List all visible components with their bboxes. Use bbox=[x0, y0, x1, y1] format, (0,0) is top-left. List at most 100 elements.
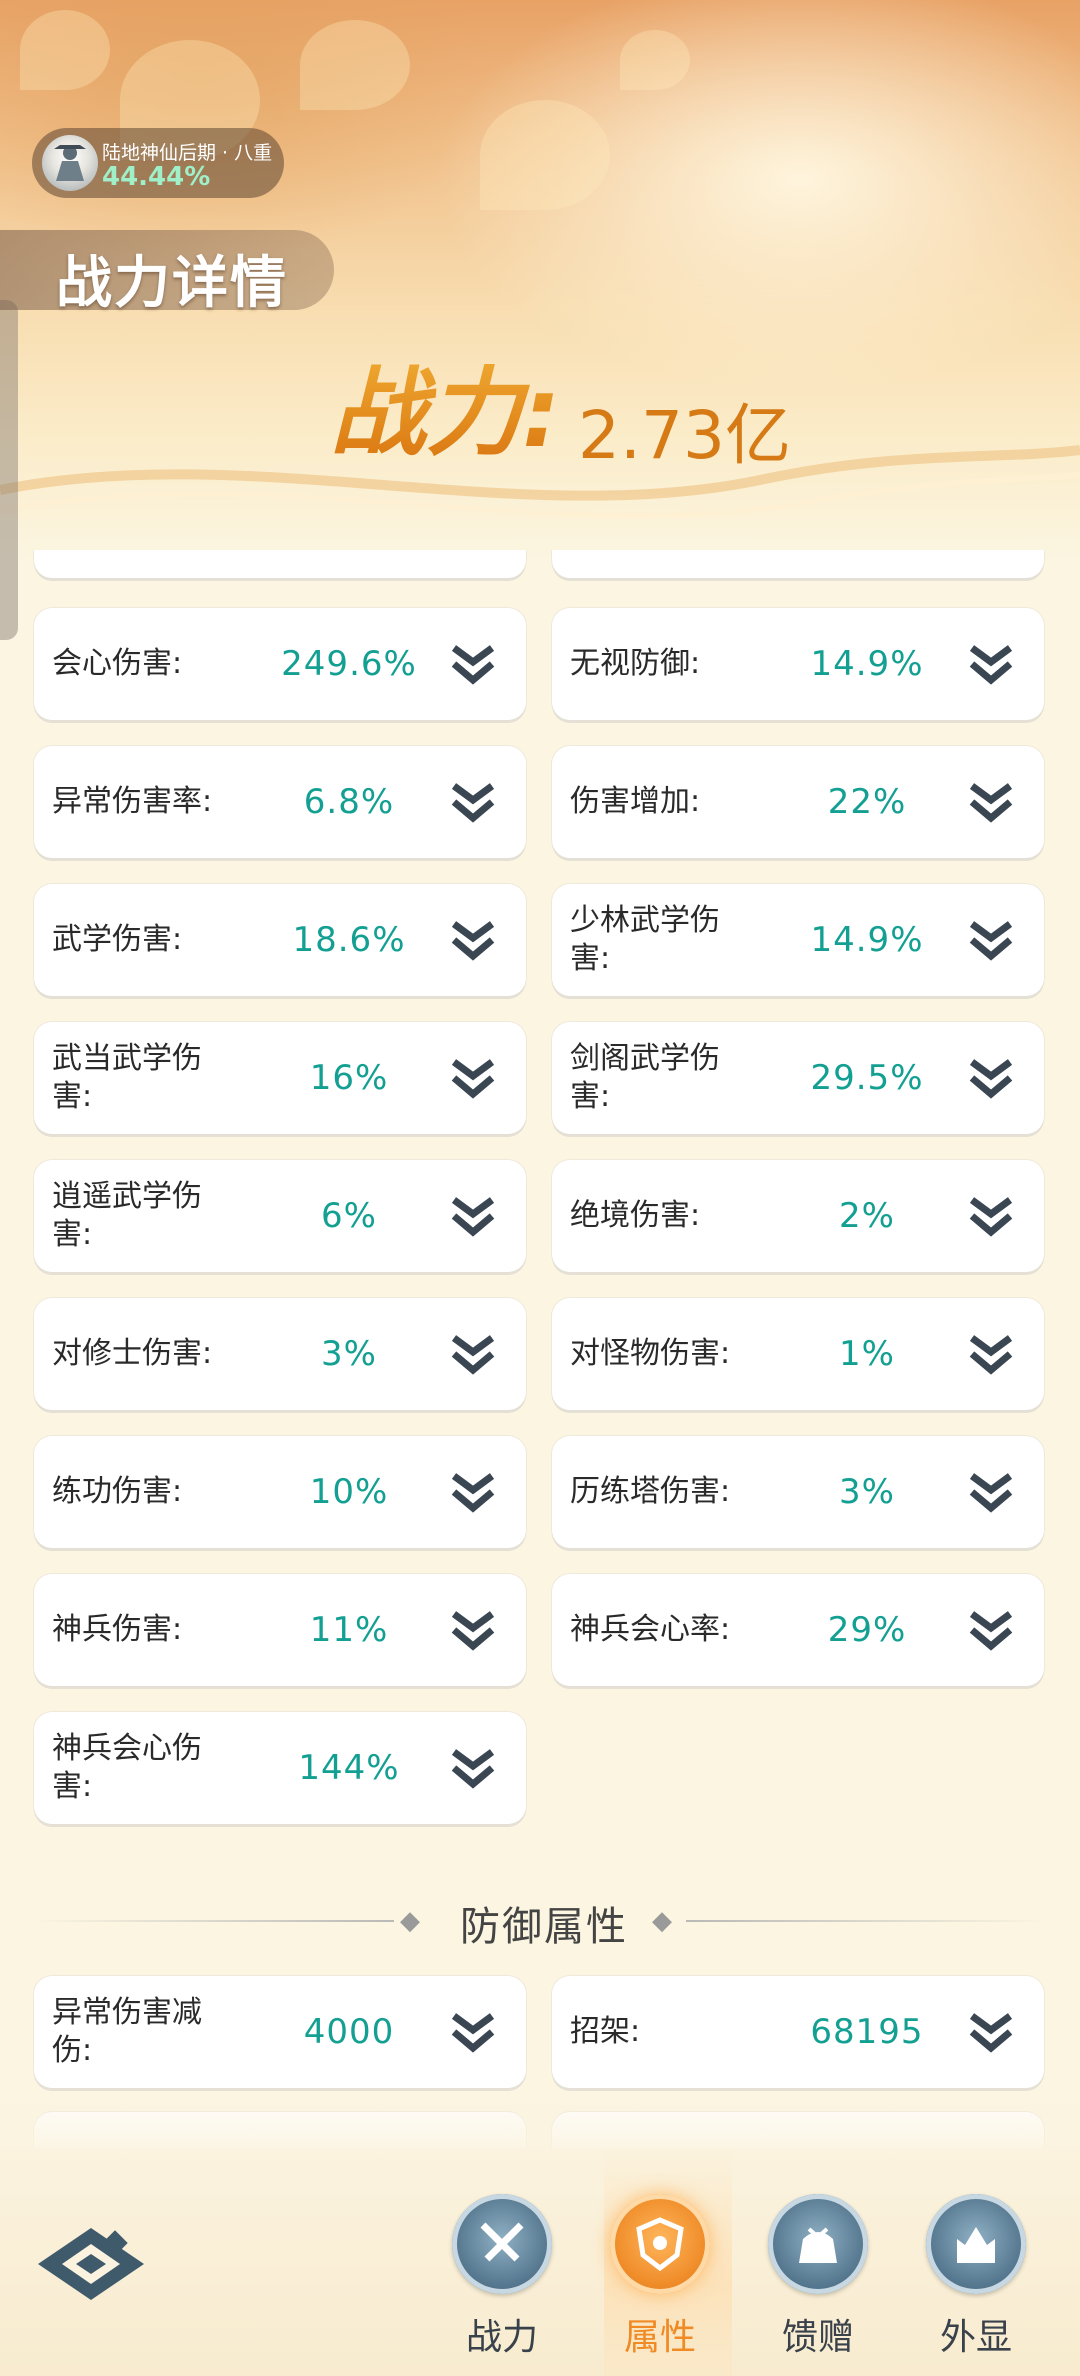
divider bbox=[34, 1920, 394, 1922]
stat-label: 绝境伤害: bbox=[570, 1198, 701, 1233]
chevron-down-icon[interactable] bbox=[448, 1194, 498, 1238]
stat-label: 异常伤害率: bbox=[52, 784, 213, 819]
stat-card[interactable]: 历练塔伤害: 3% bbox=[552, 1436, 1044, 1548]
stat-card[interactable]: 对怪物伤害: 1% bbox=[552, 1298, 1044, 1410]
chevron-down-icon[interactable] bbox=[966, 1470, 1016, 1514]
stat-label: 武当武学伤害: bbox=[52, 1041, 202, 1114]
stat-label: 神兵会心率: bbox=[570, 1612, 731, 1647]
page-title-banner: 战力详情 bbox=[0, 230, 334, 316]
tab-label: 馈赠 bbox=[781, 2317, 854, 2358]
chevron-down-icon[interactable] bbox=[448, 918, 498, 962]
chevron-down-icon[interactable] bbox=[966, 1332, 1016, 1376]
stat-card[interactable]: 异常伤害减伤: 4000 bbox=[34, 1976, 526, 2088]
realm-progress: 44.44% bbox=[102, 162, 211, 192]
stat-card[interactable]: 武当武学伤害: 16% bbox=[34, 1022, 526, 1134]
chevron-down-icon[interactable] bbox=[966, 780, 1016, 824]
immortal-avatar-icon bbox=[54, 145, 86, 181]
stat-label: 神兵伤害: bbox=[52, 1612, 183, 1647]
stat-value: 6% bbox=[321, 1196, 377, 1236]
chevron-down-icon[interactable] bbox=[966, 1194, 1016, 1238]
stat-value: 6.8% bbox=[303, 782, 395, 822]
stat-value: 29% bbox=[827, 1610, 907, 1650]
stat-label: 练功伤害: bbox=[52, 1474, 183, 1509]
tab-label: 属性 bbox=[623, 2317, 696, 2358]
divider bbox=[686, 1920, 1046, 1922]
stat-value: 14.9% bbox=[810, 920, 924, 960]
stat-value: 68195 bbox=[810, 2012, 924, 2052]
stat-label: 少林武学伤害: bbox=[570, 903, 720, 976]
tab-gift-bag[interactable]: 馈赠 bbox=[748, 2194, 888, 2364]
tab-swords[interactable]: 战力 bbox=[432, 2194, 572, 2364]
shield-icon bbox=[610, 2194, 710, 2294]
stat-label: 逍遥武学伤害: bbox=[52, 1179, 202, 1252]
stat-value: 10% bbox=[309, 1472, 389, 1512]
stat-label: 伤害增加: bbox=[570, 784, 701, 819]
stat-card-partial bbox=[552, 550, 1044, 578]
stat-label: 无视防御: bbox=[570, 646, 701, 681]
chevron-down-icon[interactable] bbox=[448, 1470, 498, 1514]
stat-card[interactable]: 神兵会心率: 29% bbox=[552, 1574, 1044, 1686]
chevron-down-icon[interactable] bbox=[448, 642, 498, 686]
stat-value: 18.6% bbox=[292, 920, 406, 960]
chevron-down-icon[interactable] bbox=[448, 780, 498, 824]
stat-label: 神兵会心伤害: bbox=[52, 1731, 202, 1804]
avatar bbox=[42, 135, 98, 191]
tab-shield[interactable]: 属性 bbox=[590, 2194, 730, 2364]
chevron-down-icon[interactable] bbox=[448, 2010, 498, 2054]
tab-label: 外显 bbox=[939, 2317, 1012, 2358]
chevron-down-icon[interactable] bbox=[966, 642, 1016, 686]
stat-label: 剑阁武学伤害: bbox=[570, 1041, 720, 1114]
stat-value: 29.5% bbox=[810, 1058, 924, 1098]
chevron-down-icon[interactable] bbox=[448, 1746, 498, 1790]
stat-card[interactable]: 会心伤害: 249.6% bbox=[34, 608, 526, 720]
stat-value: 3% bbox=[839, 1472, 895, 1512]
chevron-down-icon[interactable] bbox=[448, 1056, 498, 1100]
realm-badge[interactable]: 陆地神仙后期 · 八重 44.44% bbox=[32, 128, 284, 198]
stat-label: 异常伤害减伤: bbox=[52, 1995, 202, 2068]
stat-value: 22% bbox=[827, 782, 907, 822]
tab-label: 战力 bbox=[465, 2317, 538, 2358]
page-title: 战力详情 bbox=[56, 251, 288, 316]
chevron-down-icon[interactable] bbox=[448, 1332, 498, 1376]
castle-icon bbox=[926, 2194, 1026, 2294]
stat-card[interactable]: 武学伤害: 18.6% bbox=[34, 884, 526, 996]
chevron-down-icon[interactable] bbox=[448, 1608, 498, 1652]
stat-card[interactable]: 招架: 68195 bbox=[552, 1976, 1044, 2088]
stat-card[interactable]: 异常伤害率: 6.8% bbox=[34, 746, 526, 858]
stat-value: 4000 bbox=[303, 2012, 395, 2052]
swords-icon bbox=[452, 2194, 552, 2294]
stat-card[interactable]: 神兵会心伤害: 144% bbox=[34, 1712, 526, 1824]
stat-label: 招架: bbox=[570, 2014, 641, 2049]
gift-bag-icon bbox=[768, 2194, 868, 2294]
stat-value: 14.9% bbox=[810, 644, 924, 684]
stat-card-partial bbox=[34, 550, 526, 578]
chevron-down-icon[interactable] bbox=[966, 1608, 1016, 1652]
stat-label: 会心伤害: bbox=[52, 646, 183, 681]
stat-card[interactable]: 无视防御: 14.9% bbox=[552, 608, 1044, 720]
diamond-ornament-icon: ◆ bbox=[652, 1906, 672, 1936]
chevron-down-icon[interactable] bbox=[966, 1056, 1016, 1100]
power-value: 2.73亿 bbox=[578, 397, 791, 474]
stat-value: 144% bbox=[298, 1748, 400, 1788]
stat-card[interactable]: 伤害增加: 22% bbox=[552, 746, 1044, 858]
stat-label: 对修士伤害: bbox=[52, 1336, 213, 1371]
stat-value: 11% bbox=[309, 1610, 389, 1650]
tab-castle[interactable]: 外显 bbox=[906, 2194, 1046, 2364]
stat-card[interactable]: 绝境伤害: 2% bbox=[552, 1160, 1044, 1272]
stat-value: 3% bbox=[321, 1334, 377, 1374]
chevron-down-icon[interactable] bbox=[966, 918, 1016, 962]
stat-value: 249.6% bbox=[281, 644, 417, 684]
stat-card[interactable]: 神兵伤害: 11% bbox=[34, 1574, 526, 1686]
stat-card[interactable]: 剑阁武学伤害: 29.5% bbox=[552, 1022, 1044, 1134]
chevron-down-icon[interactable] bbox=[966, 2010, 1016, 2054]
home-logo-icon[interactable] bbox=[34, 2224, 148, 2304]
defense-section-header: ◆ 防御属性 ◆ bbox=[0, 1880, 1080, 1960]
stat-card[interactable]: 少林武学伤害: 14.9% bbox=[552, 884, 1044, 996]
stat-value: 1% bbox=[839, 1334, 895, 1374]
stat-card[interactable]: 逍遥武学伤害: 6% bbox=[34, 1160, 526, 1272]
stat-card[interactable]: 练功伤害: 10% bbox=[34, 1436, 526, 1548]
stat-label: 武学伤害: bbox=[52, 922, 183, 957]
stat-label: 对怪物伤害: bbox=[570, 1336, 731, 1371]
stat-card[interactable]: 对修士伤害: 3% bbox=[34, 1298, 526, 1410]
stat-value: 2% bbox=[839, 1196, 895, 1236]
